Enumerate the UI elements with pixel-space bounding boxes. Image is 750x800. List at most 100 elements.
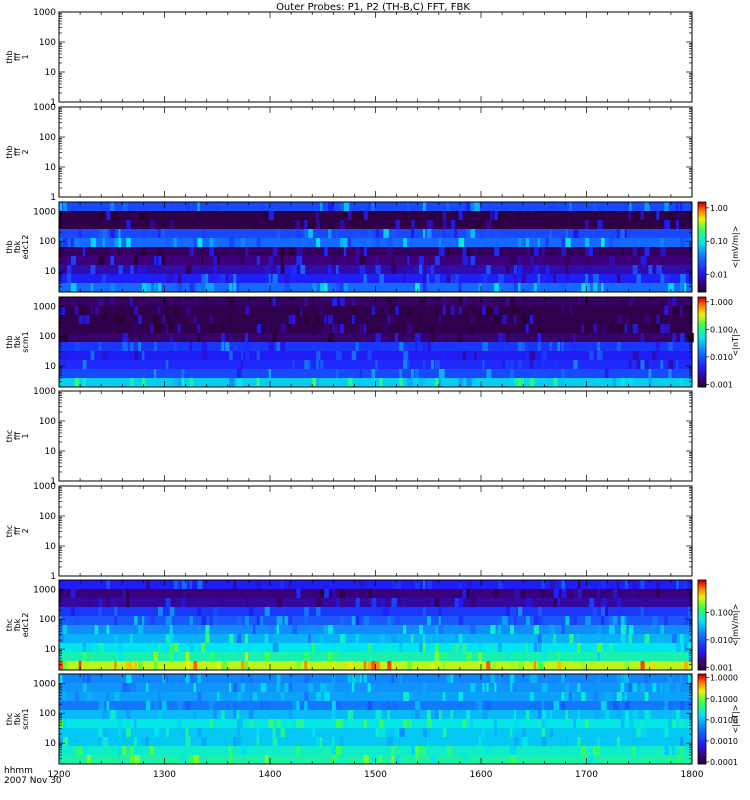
data-cell <box>197 674 202 684</box>
data-cell <box>363 211 368 221</box>
data-cell <box>640 211 644 221</box>
data-cell <box>640 607 644 617</box>
y-tick-label: 10 <box>45 163 57 173</box>
data-cell <box>684 580 688 590</box>
data-cell <box>153 652 158 662</box>
data-cell <box>478 315 481 325</box>
data-cell <box>284 220 287 230</box>
data-cell <box>577 634 580 644</box>
data-cell <box>229 297 234 307</box>
data-cell <box>280 580 284 590</box>
data-cell <box>482 683 485 693</box>
data-cell <box>482 360 485 370</box>
data-cell <box>688 607 691 617</box>
data-cell <box>632 265 638 275</box>
data-cell <box>422 746 426 756</box>
data-cell <box>379 229 385 239</box>
data-cell <box>320 634 324 644</box>
data-cell <box>684 283 687 293</box>
data-cell <box>676 580 679 590</box>
data-cell <box>165 238 170 248</box>
data-cell <box>399 306 402 316</box>
data-cell <box>276 674 281 684</box>
data-cell <box>664 274 670 284</box>
data-cell <box>593 202 596 212</box>
data-cell <box>237 369 242 379</box>
data-cell <box>126 247 130 257</box>
data-cell <box>608 625 615 635</box>
data-cell <box>616 274 621 284</box>
data-cell <box>458 692 464 702</box>
data-cell <box>331 297 338 307</box>
data-cell <box>161 315 167 325</box>
data-cell <box>541 683 548 693</box>
data-cell <box>351 315 355 325</box>
data-cell <box>517 306 521 316</box>
data-cell <box>367 589 373 599</box>
data-cell <box>244 652 249 662</box>
data-cell <box>521 342 526 352</box>
data-cell <box>403 274 407 284</box>
data-cell <box>426 297 431 307</box>
data-cell <box>529 315 534 325</box>
data-cell <box>138 661 143 671</box>
data-cell <box>628 324 632 334</box>
data-cell <box>680 634 684 644</box>
data-cell <box>292 625 298 635</box>
data-cell <box>589 598 595 608</box>
data-cell <box>292 265 297 275</box>
data-cell <box>668 342 673 352</box>
data-cell <box>288 247 294 257</box>
data-cell <box>494 315 499 325</box>
data-cell <box>351 683 355 693</box>
data-cell <box>248 256 254 266</box>
data-cell <box>565 683 570 693</box>
data-cell <box>189 616 193 626</box>
data-cell <box>363 755 369 765</box>
data-cell <box>300 719 304 729</box>
data-cell <box>296 256 303 266</box>
data-cell <box>331 674 336 684</box>
data-cell <box>126 661 133 671</box>
colorbar-tick-label: 0.0001 <box>710 758 738 767</box>
data-cell <box>300 306 303 316</box>
data-cell <box>593 692 599 702</box>
data-cell <box>229 315 232 325</box>
data-cell <box>233 342 238 352</box>
data-cell <box>146 283 152 293</box>
data-cell <box>616 211 620 221</box>
data-cell <box>110 710 116 720</box>
data-cell <box>197 728 202 738</box>
data-cell <box>597 607 601 617</box>
data-cell <box>529 256 534 266</box>
data-cell <box>458 616 464 626</box>
data-cell <box>221 342 225 352</box>
data-cell <box>114 634 118 644</box>
data-cell <box>569 306 573 316</box>
data-cell <box>612 616 618 626</box>
data-cell <box>533 283 537 293</box>
colorbar-tick-label: 0.100 <box>710 325 733 334</box>
data-cell <box>328 746 332 756</box>
data-cell <box>553 274 556 284</box>
data-cell <box>134 256 138 266</box>
data-cell <box>462 746 466 756</box>
data-cell <box>529 360 533 370</box>
data-cell <box>680 719 686 729</box>
data-cell <box>565 238 571 248</box>
data-cell <box>169 274 175 284</box>
data-cell <box>94 274 100 284</box>
y-tick-label: 1000 <box>33 482 56 492</box>
colorbar: 0.00010.00100.01000.10001.0000<|nT|> <box>697 673 740 767</box>
y-tick-label: 1000 <box>33 387 56 397</box>
colorbar-tick-label: 0.01 <box>710 271 728 280</box>
data-cell <box>403 625 407 635</box>
data-cell <box>513 315 517 325</box>
data-cell <box>375 238 381 248</box>
data-cell <box>533 369 538 379</box>
data-cell <box>510 369 514 379</box>
data-cell <box>573 589 576 599</box>
data-cell <box>573 616 578 626</box>
data-cell <box>533 265 540 275</box>
data-cell <box>130 634 133 644</box>
